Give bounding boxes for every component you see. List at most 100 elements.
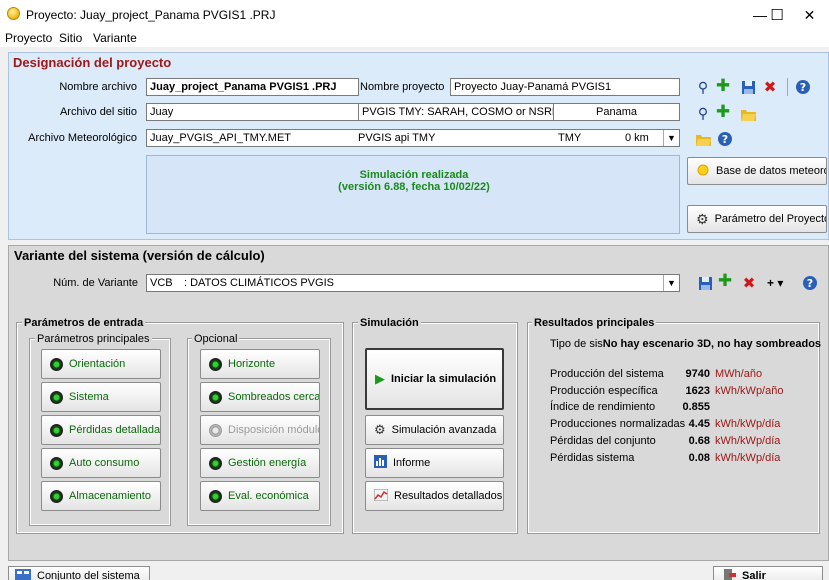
- result-value: 0.855: [682, 401, 710, 413]
- variant-delete-icon[interactable]: ✖: [741, 275, 757, 292]
- system-type-value: No hay escenario 3D, no hay sombreados: [602, 338, 822, 350]
- meteo-distance-value: 0 km: [625, 132, 649, 144]
- result-label: Índice de rendimiento: [550, 401, 656, 413]
- project-parameters-button[interactable]: ⚙ Parámetro del Proyecto: [687, 205, 827, 233]
- variant-number-label: Núm. de Variante: [53, 277, 138, 289]
- site-country-field: Panama: [553, 103, 680, 121]
- simulation-status-box: Simulación realizada (versión 6.88, fech…: [146, 155, 680, 234]
- meteo-file-label: Archivo Meteorológico: [28, 132, 137, 144]
- system-button[interactable]: Sistema: [41, 382, 161, 412]
- result-label: Pérdidas sistema: [550, 452, 635, 464]
- site-folder-icon[interactable]: [740, 106, 756, 122]
- window-title: Proyecto: Juay_project_Panama PVGIS1 .PR…: [26, 8, 276, 22]
- status-led-icon: [50, 423, 63, 437]
- advanced-simulation-label: Simulación avanzada: [391, 424, 497, 436]
- site-file-field[interactable]: Juay: [146, 103, 359, 121]
- gear-icon: ⚙: [696, 210, 709, 227]
- meteo-folder-icon[interactable]: [695, 131, 711, 147]
- site-source-field: PVGIS TMY: SARAH, COSMO or NSRDB: [358, 103, 554, 121]
- system-type-prefix: Tipo de sis: [550, 338, 603, 350]
- result-row: Producción del sistema: [550, 368, 664, 380]
- sim-status-line2: (versión 6.88, fecha 10/02/22): [338, 181, 490, 193]
- run-simulation-button[interactable]: ▶ Iniciar la simulación: [365, 348, 504, 410]
- toolbar-divider: [787, 78, 788, 96]
- detailed-results-button[interactable]: Resultados detallados: [365, 481, 504, 511]
- help-icon[interactable]: ?: [795, 79, 811, 95]
- variant-dropdown-arrow-icon[interactable]: ▼: [663, 275, 679, 291]
- economic-evaluation-button[interactable]: Eval. económica: [200, 481, 320, 511]
- result-unit: kWh/kWp/día: [715, 452, 781, 464]
- result-value: 0.08: [688, 452, 710, 464]
- meteo-database-button[interactable]: Base de datos meteorológicos: [687, 157, 827, 185]
- result-value: 1623: [685, 385, 710, 397]
- near-shadings-button[interactable]: Sombreados cercanos: [200, 382, 320, 412]
- meteo-dropdown-arrow-icon[interactable]: ▼: [663, 130, 679, 146]
- economic-evaluation-label: Eval. económica: [228, 490, 309, 502]
- status-led-icon: [209, 489, 222, 503]
- results-chart-icon: [373, 488, 389, 504]
- result-value: 4.45: [688, 418, 710, 430]
- play-icon: ▶: [375, 371, 385, 386]
- storage-button[interactable]: Almacenamiento: [41, 481, 161, 511]
- close-window-button[interactable]: ✕: [790, 0, 829, 30]
- advanced-simulation-button[interactable]: ⚙ Simulación avanzada: [365, 415, 504, 445]
- result-label: Pérdidas del conjunto: [550, 435, 656, 447]
- project-name-label: Nombre proyecto: [360, 81, 445, 93]
- variant-save-icon[interactable]: [697, 275, 713, 291]
- status-led-icon: [50, 489, 63, 503]
- result-unit: kWh/kWp/año: [715, 385, 784, 397]
- result-row: Producción específica: [550, 385, 658, 397]
- meteo-file-value: Juay_PVGIS_API_TMY.MET: [150, 132, 292, 144]
- report-label: Informe: [393, 457, 431, 469]
- exit-icon: [724, 568, 736, 580]
- status-led-off-icon: [209, 423, 222, 437]
- status-led-icon: [209, 390, 222, 404]
- variant-number-value: VCB: [150, 277, 173, 289]
- menu-sitio[interactable]: Sitio: [59, 31, 82, 45]
- result-unit: kWh/kWp/día: [715, 435, 781, 447]
- sim-status-line1: Simulación realizada: [359, 169, 469, 181]
- svg-text:?: ?: [722, 133, 728, 146]
- result-unit: MWh/año: [715, 368, 763, 380]
- site-file-label: Archivo del sitio: [59, 106, 137, 118]
- variant-add-icon[interactable]: ✚: [717, 271, 733, 290]
- optional-title: Opcional: [192, 333, 240, 345]
- delete-icon[interactable]: ✖: [762, 79, 778, 96]
- menu-variante[interactable]: Variante: [93, 31, 137, 45]
- exit-button[interactable]: Salir: [713, 566, 823, 580]
- variant-help-icon[interactable]: ?: [802, 275, 818, 291]
- module-layout-button[interactable]: Disposición módulo: [200, 415, 320, 445]
- site-search-icon[interactable]: ⚲: [695, 105, 711, 121]
- project-name-field[interactable]: Proyecto Juay-Panamá PVGIS1: [450, 78, 680, 96]
- energy-management-button[interactable]: Gestión energía: [200, 448, 320, 478]
- self-consumption-button[interactable]: Auto consumo: [41, 448, 161, 478]
- detailed-results-label: Resultados detallados: [394, 490, 503, 502]
- variant-more-button[interactable]: + ▾: [767, 276, 783, 290]
- menu-proyecto[interactable]: Proyecto: [5, 31, 52, 45]
- result-row: Pérdidas del conjunto: [550, 435, 656, 447]
- gear-icon: ⚙: [374, 422, 386, 437]
- orientation-label: Orientación: [69, 358, 126, 370]
- save-icon[interactable]: [740, 79, 756, 95]
- report-chart-icon: [374, 455, 387, 471]
- meteo-database-label: Base de datos meteorológicos: [716, 165, 827, 177]
- search-icon[interactable]: ⚲: [695, 79, 711, 95]
- result-value: 9740: [685, 368, 710, 380]
- meteo-help-icon[interactable]: ?: [717, 131, 733, 147]
- result-label: Producción específica: [550, 385, 658, 397]
- status-led-icon: [209, 456, 222, 470]
- system-icon: [15, 568, 31, 580]
- file-name-field[interactable]: Juay_project_Panama PVGIS1 .PRJ: [146, 78, 359, 96]
- horizon-button[interactable]: Horizonte: [200, 349, 320, 379]
- svg-text:?: ?: [800, 81, 806, 94]
- add-icon[interactable]: ✚: [715, 76, 731, 95]
- result-unit: kWh/kWp/día: [715, 418, 781, 430]
- system-overview-button[interactable]: Conjunto del sistema: [8, 566, 150, 580]
- result-row: Pérdidas sistema: [550, 452, 634, 464]
- maximize-button[interactable]: ☐: [760, 0, 794, 30]
- orientation-button[interactable]: Orientación: [41, 349, 161, 379]
- report-button[interactable]: Informe: [365, 448, 504, 478]
- status-led-icon: [209, 357, 222, 371]
- site-add-icon[interactable]: ✚: [715, 102, 731, 121]
- detailed-losses-button[interactable]: Pérdidas detalladas: [41, 415, 161, 445]
